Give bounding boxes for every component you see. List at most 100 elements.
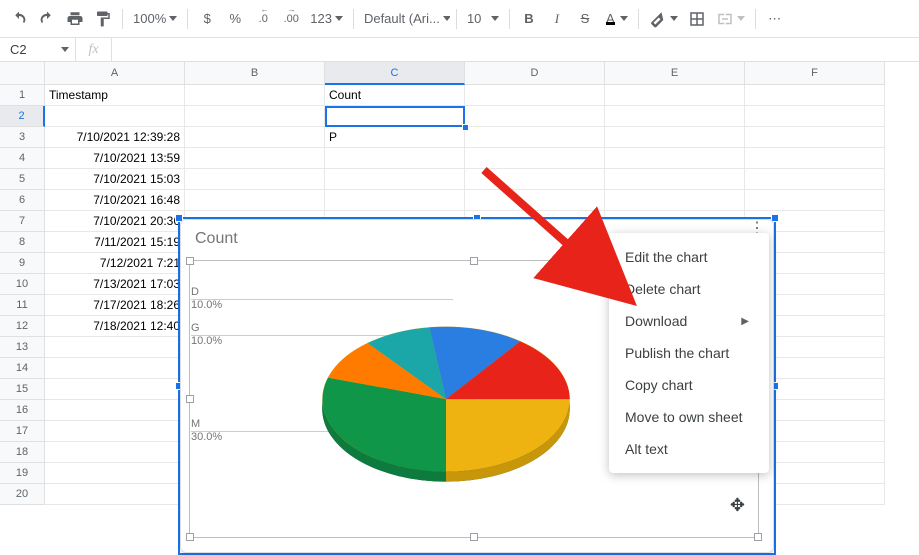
cell-F2[interactable] — [745, 106, 885, 127]
currency-button[interactable]: $ — [194, 6, 220, 32]
select-all-corner[interactable] — [0, 62, 45, 85]
cell-A17[interactable] — [45, 421, 185, 442]
cell-A7[interactable]: 7/10/2021 20:36 — [45, 211, 185, 232]
menu-item-alt-text[interactable]: Alt text — [609, 433, 769, 465]
cell-F3[interactable] — [745, 127, 885, 148]
cell-A13[interactable] — [45, 337, 185, 358]
cell-A11[interactable]: 7/17/2021 18:26 — [45, 295, 185, 316]
formula-input[interactable] — [112, 38, 919, 61]
plot-handle[interactable] — [754, 533, 762, 541]
cell-A3[interactable]: 7/10/2021 12:39:28 — [45, 127, 185, 148]
row-header-18[interactable]: 18 — [0, 442, 45, 463]
cell-E4[interactable] — [605, 148, 745, 169]
cell-F4[interactable] — [745, 148, 885, 169]
cell-C1[interactable]: Count — [325, 85, 465, 106]
column-header-b[interactable]: B — [185, 62, 325, 85]
row-header-6[interactable]: 6 — [0, 190, 45, 211]
row-header-8[interactable]: 8 — [0, 232, 45, 253]
cell-B4[interactable] — [185, 148, 325, 169]
undo-button[interactable] — [6, 6, 32, 32]
percent-button[interactable]: % — [222, 6, 248, 32]
cell-A8[interactable]: 7/11/2021 15:19 — [45, 232, 185, 253]
column-header-d[interactable]: D — [465, 62, 605, 85]
menu-item-copy-chart[interactable]: Copy chart — [609, 369, 769, 401]
plot-handle[interactable] — [186, 395, 194, 403]
borders-button[interactable] — [684, 6, 710, 32]
row-header-9[interactable]: 9 — [0, 253, 45, 274]
cell-A6[interactable]: 7/10/2021 16:48 — [45, 190, 185, 211]
row-header-20[interactable]: 20 — [0, 484, 45, 505]
cell-A10[interactable]: 7/13/2021 17:03 — [45, 274, 185, 295]
row-header-14[interactable]: 14 — [0, 358, 45, 379]
column-header-e[interactable]: E — [605, 62, 745, 85]
menu-item-publish-the-chart[interactable]: Publish the chart — [609, 337, 769, 369]
cell-E1[interactable] — [605, 85, 745, 106]
fill-color-button[interactable] — [645, 6, 682, 32]
menu-item-move-to-own-sheet[interactable]: Move to own sheet — [609, 401, 769, 433]
cell-A9[interactable]: 7/12/2021 7:21 — [45, 253, 185, 274]
plot-handle[interactable] — [186, 257, 194, 265]
cell-A19[interactable] — [45, 463, 185, 484]
row-header-13[interactable]: 13 — [0, 337, 45, 358]
menu-item-edit-the-chart[interactable]: Edit the chart — [609, 241, 769, 273]
paint-format-button[interactable] — [90, 6, 116, 32]
cell-B6[interactable] — [185, 190, 325, 211]
cell-D4[interactable] — [465, 148, 605, 169]
more-formats-combo[interactable]: 123 — [306, 6, 347, 32]
cell-A12[interactable]: 7/18/2021 12:40 — [45, 316, 185, 337]
cell-C2[interactable] — [325, 106, 465, 127]
cell-A16[interactable] — [45, 400, 185, 421]
redo-button[interactable] — [34, 6, 60, 32]
cell-F1[interactable] — [745, 85, 885, 106]
menu-item-delete-chart[interactable]: Delete chart — [609, 273, 769, 305]
row-header-11[interactable]: 11 — [0, 295, 45, 316]
cell-C4[interactable] — [325, 148, 465, 169]
font-size-combo[interactable]: 10 — [463, 6, 503, 32]
increase-decimal-button[interactable]: →.00 — [278, 6, 304, 32]
italic-button[interactable]: I — [544, 6, 570, 32]
strikethrough-button[interactable]: S — [572, 6, 598, 32]
row-header-10[interactable]: 10 — [0, 274, 45, 295]
cell-B1[interactable] — [185, 85, 325, 106]
decrease-decimal-button[interactable]: ←.0 — [250, 6, 276, 32]
column-header-c[interactable]: C — [325, 62, 465, 85]
row-header-16[interactable]: 16 — [0, 400, 45, 421]
font-combo[interactable]: Default (Ari... — [360, 6, 450, 32]
cell-A2[interactable] — [45, 106, 185, 127]
menu-item-download[interactable]: Download▶ — [609, 305, 769, 337]
cell-E5[interactable] — [605, 169, 745, 190]
cell-D6[interactable] — [465, 190, 605, 211]
fill-handle[interactable] — [462, 124, 469, 131]
zoom-combo[interactable]: 100% — [129, 6, 181, 32]
text-color-button[interactable]: A — [600, 6, 632, 32]
row-header-1[interactable]: 1 — [0, 85, 45, 106]
cell-C6[interactable] — [325, 190, 465, 211]
row-header-3[interactable]: 3 — [0, 127, 45, 148]
cell-F5[interactable] — [745, 169, 885, 190]
row-header-17[interactable]: 17 — [0, 421, 45, 442]
row-header-5[interactable]: 5 — [0, 169, 45, 190]
cell-E2[interactable] — [605, 106, 745, 127]
print-button[interactable] — [62, 6, 88, 32]
merge-button[interactable] — [712, 6, 749, 32]
bold-button[interactable]: B — [516, 6, 542, 32]
row-header-7[interactable]: 7 — [0, 211, 45, 232]
row-header-19[interactable]: 19 — [0, 463, 45, 484]
cell-D5[interactable] — [465, 169, 605, 190]
row-header-15[interactable]: 15 — [0, 379, 45, 400]
cell-C3[interactable]: P — [325, 127, 465, 148]
cell-B5[interactable] — [185, 169, 325, 190]
chart-more-button[interactable]: ⋮ — [749, 226, 765, 232]
cell-D2[interactable] — [465, 106, 605, 127]
cell-A4[interactable]: 7/10/2021 13:59 — [45, 148, 185, 169]
row-header-2[interactable]: 2 — [0, 106, 45, 127]
cell-E3[interactable] — [605, 127, 745, 148]
cell-A15[interactable] — [45, 379, 185, 400]
cell-A20[interactable] — [45, 484, 185, 505]
cell-F6[interactable] — [745, 190, 885, 211]
cell-B2[interactable] — [185, 106, 325, 127]
cell-B3[interactable] — [185, 127, 325, 148]
row-header-12[interactable]: 12 — [0, 316, 45, 337]
cell-A1[interactable]: Timestamp — [45, 85, 185, 106]
cell-E6[interactable] — [605, 190, 745, 211]
